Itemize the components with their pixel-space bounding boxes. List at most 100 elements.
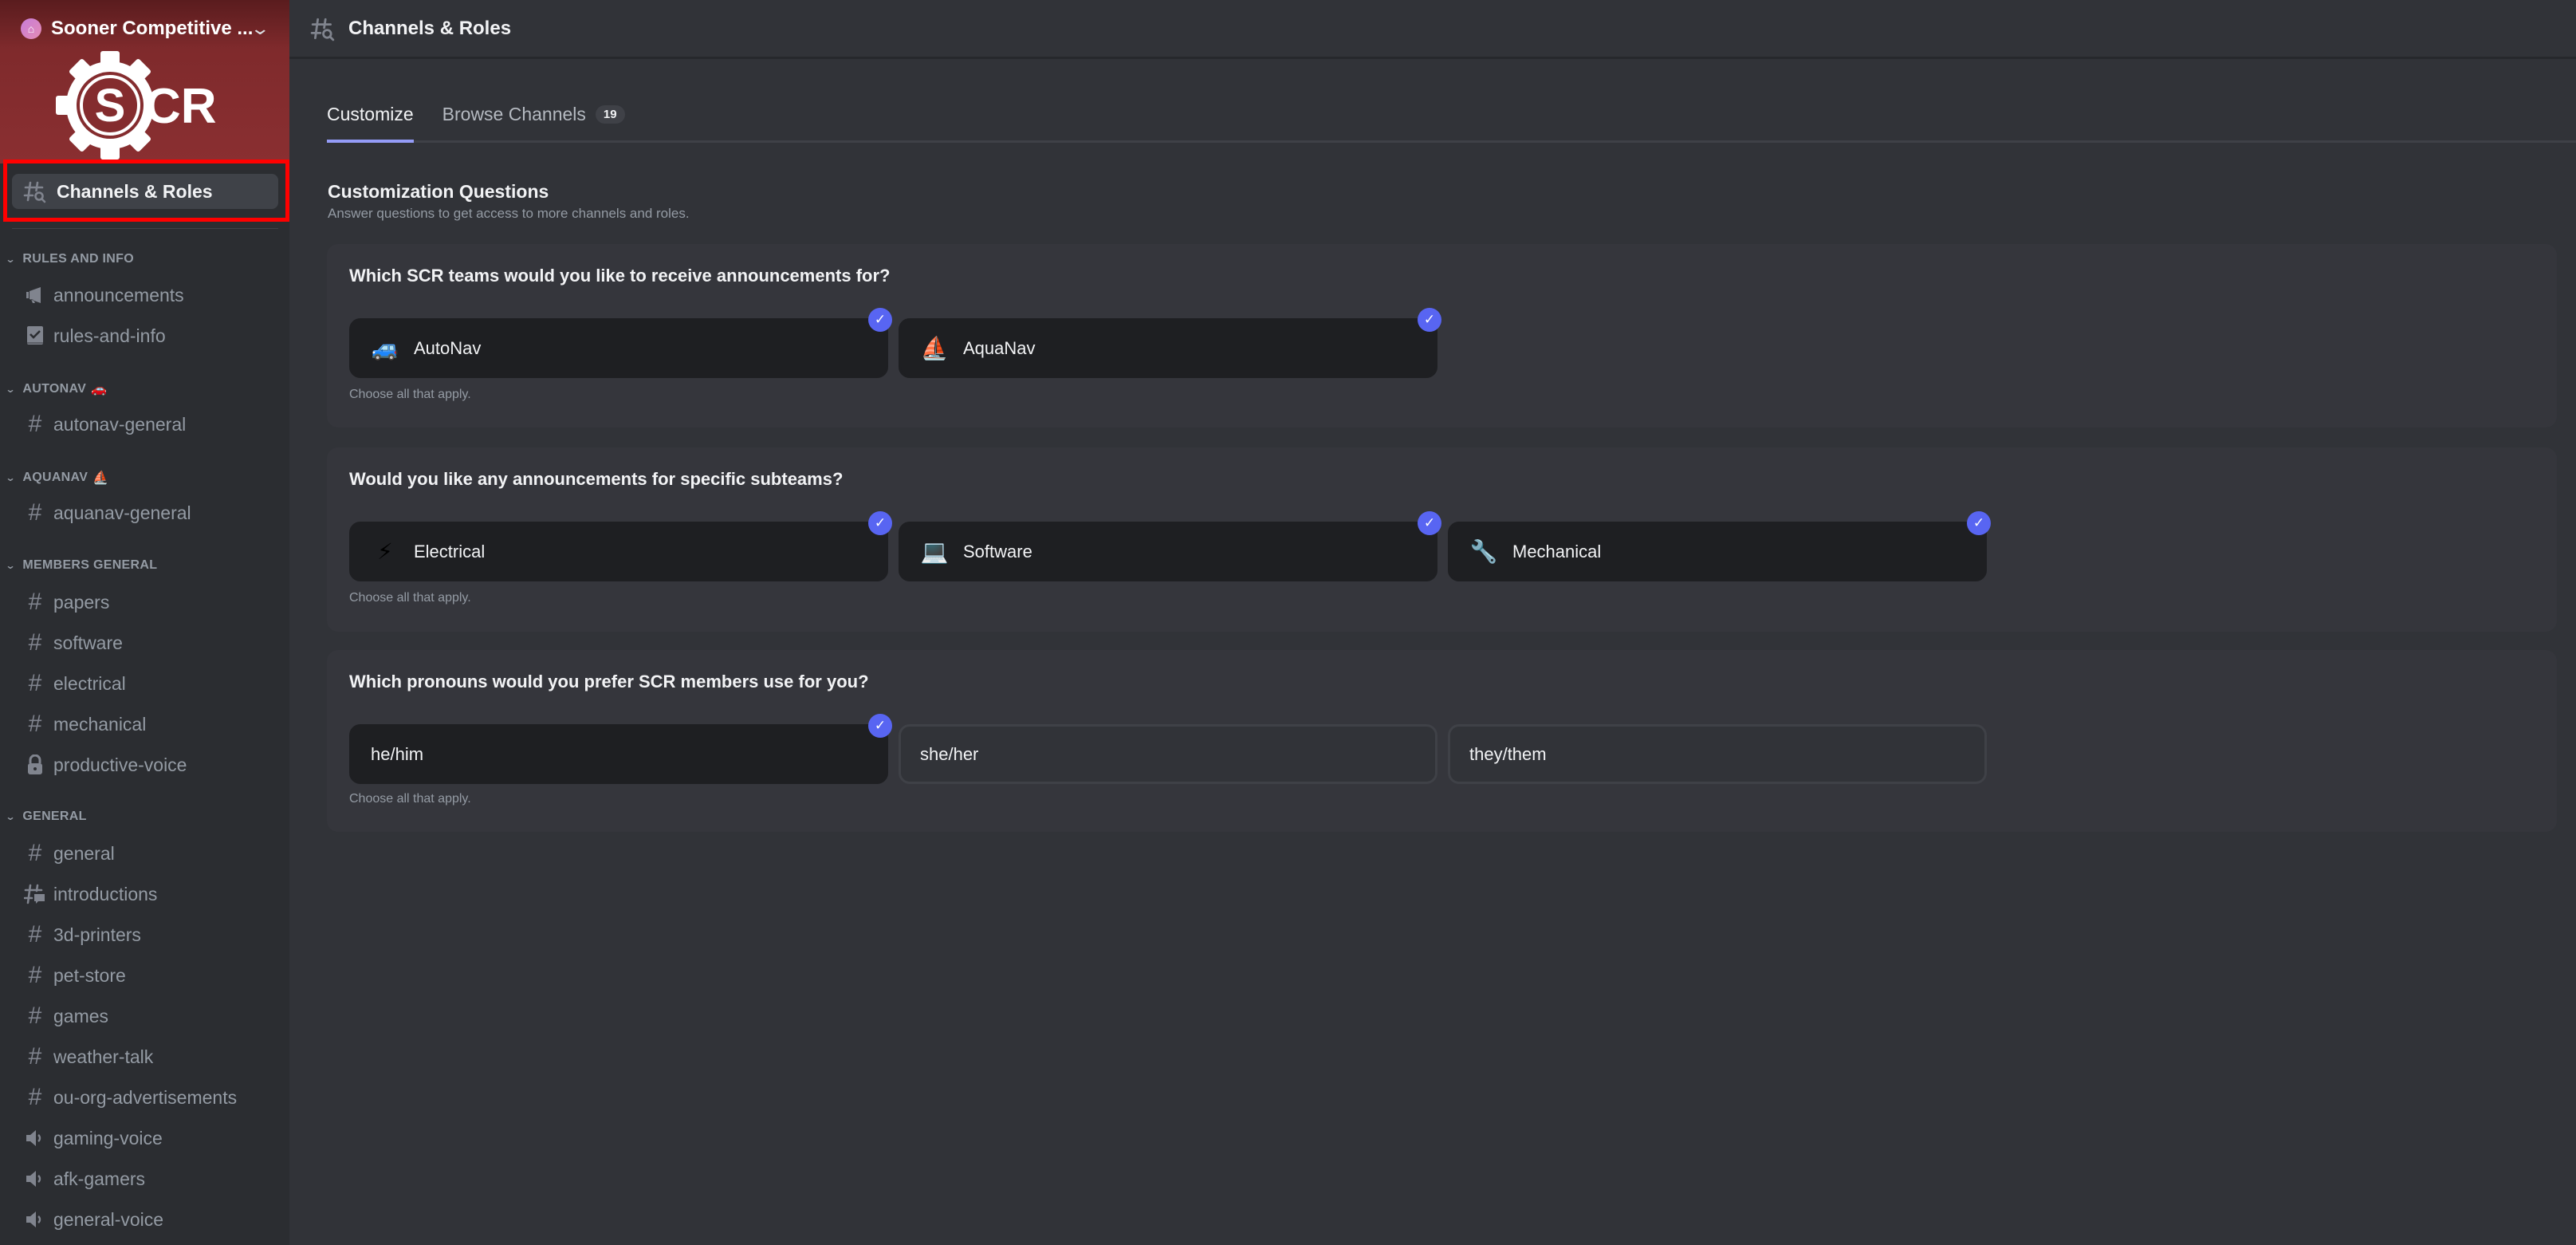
scr-logo-icon: S CR [56,51,217,160]
category-rules-and-info[interactable]: ⌄ RULES AND INFO [5,252,134,266]
options-row: he/him ✓ she/her they/them [349,714,1987,784]
hash-icon: # [28,1043,42,1070]
category-members-general[interactable]: ⌄ MEMBERS GENERAL [5,558,158,573]
caret-down-icon: ⌄ [5,811,16,822]
channel-rules-and-info[interactable]: rules-and-info [12,318,278,353]
sailboat-emoji-icon: ⛵ [920,336,949,360]
option-aquanav[interactable]: ⛵ AquaNav ✓ [899,308,1441,378]
channel-aquanav-general[interactable]: # aquanav-general [12,495,278,530]
rules-book-icon [23,325,47,346]
channel-introductions[interactable]: introductions [12,877,278,912]
channel-gaming-voice[interactable]: gaming-voice [12,1121,278,1156]
channel-electrical[interactable]: # electrical [12,666,278,701]
category-label: MEMBERS GENERAL [22,558,158,572]
channel-papers[interactable]: # papers [12,585,278,620]
channel-name: electrical [53,672,126,694]
tab-browse-channels[interactable]: Browse Channels 19 [442,88,625,140]
category-label: AUTONAV [22,382,87,396]
megaphone-icon [23,286,47,305]
channel-productive-voice[interactable]: productive-voice [12,747,278,782]
channel-name: introductions [53,883,158,904]
checkmark-icon: ✓ [868,714,892,738]
forum-icon [23,883,47,905]
category-general[interactable]: ⌄ GENERAL [5,810,87,824]
channel-mechanical[interactable]: # mechanical [12,707,278,742]
channel-announcements[interactable]: announcements [12,278,278,313]
question-text: Which pronouns would you prefer SCR memb… [349,672,869,691]
hash-icon: # [28,840,42,866]
channel-ou-org-advertisements[interactable]: # ou-org-advertisements [12,1080,278,1115]
channel-name: rules-and-info [53,325,166,346]
option-label: AquaNav [963,337,1036,358]
channel-name: autonav-general [53,413,187,435]
server-header[interactable]: ⌂ Sooner Competitive ... ⌄ [0,10,289,48]
lock-icon [23,754,47,775]
question-panel: Would you like any announcements for spe… [327,447,2557,632]
options-row: ⚡ Electrical ✓ 💻 Software ✓ 🔧 Mechanical… [349,511,1991,581]
category-aquanav[interactable]: ⌄ AQUANAV ⛵ [5,470,108,486]
option-electrical[interactable]: ⚡ Electrical ✓ [349,511,892,581]
channel-general-voice[interactable]: general-voice [12,1202,278,1237]
option-he-him[interactable]: he/him ✓ [349,714,892,784]
chevron-down-icon[interactable]: ⌄ [250,18,270,39]
channels-roles-icon [310,18,335,41]
checkmark-icon: ✓ [1418,308,1441,332]
car-emoji-icon: 🚗 [91,383,108,396]
option-she-her[interactable]: she/her [899,724,1437,784]
channel-name: papers [53,591,110,613]
category-autonav[interactable]: ⌄ AUTONAV 🚗 [5,381,108,397]
channel-weather-talk[interactable]: # weather-talk [12,1039,278,1074]
option-they-them[interactable]: they/them [1448,724,1987,784]
channel-name: aquanav-general [53,502,191,523]
channels-roles-icon [23,181,46,203]
sidebar-item-channels-roles[interactable]: Channels & Roles [12,174,278,209]
caret-down-icon: ⌄ [5,254,16,265]
hash-icon: # [28,629,42,656]
question-hint: Choose all that apply. [349,591,471,605]
tab-customize[interactable]: Customize [327,88,414,143]
options-row: 🚙 AutoNav ✓ ⛵ AquaNav ✓ [349,308,1441,378]
channel-games[interactable]: # games [12,999,278,1034]
question-hint: Choose all that apply. [349,792,471,806]
channel-3d-printers[interactable]: # 3d-printers [12,917,278,952]
server-home-icon: ⌂ [21,18,41,39]
channel-name: games [53,1005,109,1026]
channel-count-badge: 19 [595,104,625,124]
discord-app: S CR ⌂ Sooner Competitive ... ⌄ Channels… [0,0,2576,1245]
channel-autonav-general[interactable]: # autonav-general [12,407,278,442]
channel-name: general-voice [53,1208,164,1230]
hash-icon: # [28,711,42,737]
channel-afk-gamers[interactable]: afk-gamers [12,1161,278,1196]
lightning-emoji-icon: ⚡ [377,539,393,564]
channel-name: gaming-voice [53,1127,163,1148]
checkmark-icon: ✓ [868,308,892,332]
channel-software[interactable]: # software [12,625,278,660]
question-text: Would you like any announcements for spe… [349,469,844,489]
channel-name: general [53,842,115,864]
question-hint: Choose all that apply. [349,388,471,401]
option-label: he/him [371,743,424,764]
channel-name: productive-voice [53,754,187,775]
hash-icon: # [28,1084,42,1110]
section-title: Customization Questions [328,181,549,202]
channel-pet-store[interactable]: # pet-store [12,958,278,993]
tab-label: Customize [327,103,414,124]
car-emoji-icon: 🚙 [371,336,399,360]
option-label: she/her [920,743,979,764]
option-software[interactable]: 💻 Software ✓ [899,511,1441,581]
caret-down-icon: ⌄ [5,384,16,395]
channel-name: afk-gamers [53,1168,146,1189]
laptop-emoji-icon: 💻 [920,539,949,564]
option-autonav[interactable]: 🚙 AutoNav ✓ [349,308,892,378]
hash-icon: # [28,411,42,437]
category-label: RULES AND INFO [22,252,134,266]
tab-label: Browse Channels [442,103,586,124]
hash-icon: # [28,670,42,696]
page-title: Channels & Roles [348,17,512,39]
server-name: Sooner Competitive ... [51,18,253,39]
option-label: Electrical [414,541,486,561]
option-mechanical[interactable]: 🔧 Mechanical ✓ [1448,511,1991,581]
checkmark-icon: ✓ [1967,511,1991,535]
channel-name: 3d-printers [53,924,141,945]
channel-general[interactable]: # general [12,836,278,871]
